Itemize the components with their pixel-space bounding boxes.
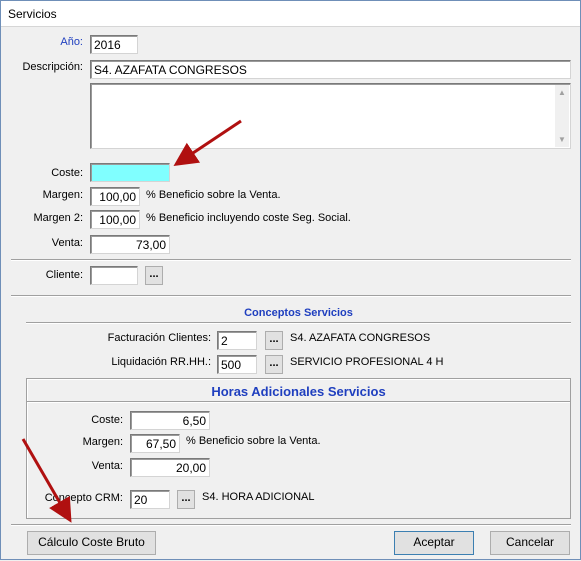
venta-field[interactable]: 73,00 (90, 235, 170, 254)
liquidacion-description: SERVICIO PROFESIONAL 4 H (290, 356, 444, 368)
cliente-label: Cliente: (45, 269, 83, 281)
horas-venta-field[interactable]: 20,00 (130, 458, 210, 477)
concepto-crm-field[interactable]: 20 (130, 490, 170, 509)
cancelar-button[interactable]: Cancelar (490, 531, 570, 555)
window-title: Servicios (8, 7, 57, 21)
scroll-down-icon[interactable]: ▼ (558, 135, 566, 144)
margen-label: Margen: (42, 189, 83, 201)
coste-label: Coste: (51, 167, 83, 179)
memo-scrollbar[interactable]: ▲ ▼ (555, 85, 569, 147)
divider (11, 524, 571, 526)
scroll-up-icon[interactable]: ▲ (558, 88, 566, 97)
liquidacion-field[interactable]: 500 (217, 355, 257, 374)
coste-field[interactable] (90, 163, 170, 182)
horas-margen-field[interactable]: 67,50 (130, 434, 180, 453)
facturacion-field[interactable]: 2 (217, 331, 257, 350)
horas-coste-field[interactable]: 6,50 (130, 411, 210, 430)
calculo-coste-bruto-button[interactable]: Cálculo Coste Bruto (27, 531, 156, 555)
conceptos-title: Conceptos Servicios (244, 307, 353, 319)
margen2-label: Margen 2: (33, 212, 83, 224)
margen2-field[interactable]: 100,00 (90, 210, 140, 229)
liquidacion-lookup-button[interactable]: ... (265, 355, 283, 374)
divider (11, 295, 571, 297)
divider (26, 322, 571, 324)
margen2-description: % Beneficio incluyendo coste Seg. Social… (146, 212, 351, 224)
concepto-crm-description: S4. HORA ADICIONAL (202, 491, 315, 503)
divider (27, 401, 570, 403)
liquidacion-label: Liquidación RR.HH.: (111, 356, 211, 368)
concepto-crm-label: Concepto CRM: (44, 492, 123, 504)
cliente-lookup-button[interactable]: ... (145, 266, 163, 285)
horas-coste-label: Coste: (91, 414, 123, 426)
margen-field[interactable]: 100,00 (90, 187, 140, 206)
descripcion-label: Descripción: (22, 61, 83, 73)
aceptar-button[interactable]: Aceptar (394, 531, 474, 555)
title-bar: Servicios (1, 1, 580, 27)
facturacion-lookup-button[interactable]: ... (265, 331, 283, 350)
facturacion-description: S4. AZAFATA CONGRESOS (290, 332, 431, 344)
anio-label: Año: (60, 36, 83, 48)
venta-label: Venta: (51, 237, 83, 249)
anio-field[interactable]: 2016 (90, 35, 138, 54)
facturacion-label: Facturación Clientes: (107, 332, 211, 344)
horas-venta-label: Venta: (91, 460, 123, 472)
margen-description: % Beneficio sobre la Venta. (146, 189, 281, 201)
descripcion-memo[interactable]: ▲ ▼ (90, 83, 571, 149)
concepto-crm-lookup-button[interactable]: ... (177, 490, 195, 509)
descripcion-field[interactable]: S4. AZAFATA CONGRESOS (90, 60, 571, 79)
servicios-window: Servicios Año: 2016 Descripción: S4. AZA… (0, 0, 581, 560)
horas-margen-description: % Beneficio sobre la Venta. (186, 435, 321, 447)
cliente-field[interactable] (90, 266, 138, 285)
divider (11, 259, 571, 261)
horas-margen-label: Margen: (82, 436, 123, 448)
horas-title: Horas Adicionales Servicios (211, 384, 386, 399)
